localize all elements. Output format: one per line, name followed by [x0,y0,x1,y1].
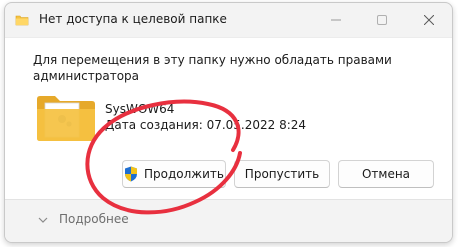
file-operation-dialog: Нет доступа к целевой папке Для перемеще… [4,2,453,243]
permission-message: Для перемещения в эту папку нужно облада… [33,53,392,83]
dialog-title: Нет доступа к целевой папке [39,12,227,26]
chevron-down-icon [38,217,48,223]
continue-button[interactable]: Продолжить [122,160,226,188]
close-icon [424,15,434,25]
skip-button[interactable]: Пропустить [234,160,330,188]
cancel-label: Отмена [361,167,411,181]
dialog-body: Для перемещения в эту папку нужно облада… [5,37,452,200]
file-date-created: Дата создания: 07.05.2022 8:24 [105,118,307,132]
more-details-toggle[interactable]: Подробнее [5,200,452,242]
maximize-icon [377,15,387,25]
more-details-label: Подробнее [59,212,129,226]
minimize-button[interactable] [313,3,359,37]
skip-label: Пропустить [244,167,320,181]
folder-icon [15,15,29,26]
uac-shield-icon [125,166,138,182]
maximize-button[interactable] [359,3,405,37]
minimize-icon [331,19,341,21]
folder-icon [37,96,95,141]
continue-label: Продолжить [144,167,224,181]
cancel-button[interactable]: Отмена [338,160,434,188]
file-name: SysWOW64 [105,102,175,116]
close-button[interactable] [406,3,452,37]
title-bar[interactable]: Нет доступа к целевой папке [5,3,452,37]
